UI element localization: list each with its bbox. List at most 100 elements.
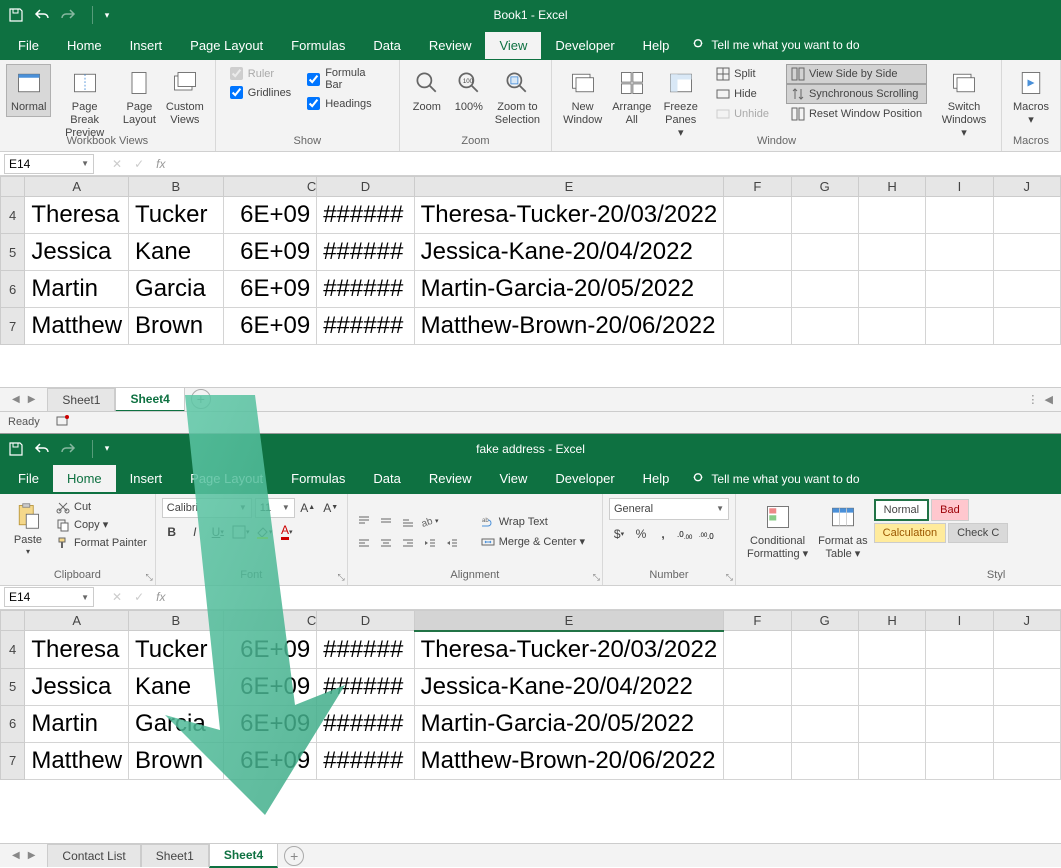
col-header-A[interactable]: A: [25, 610, 129, 631]
cell-D7[interactable]: ######: [317, 308, 414, 345]
cell-H5[interactable]: [858, 668, 925, 705]
cell-B5[interactable]: Kane: [129, 668, 224, 705]
cell-D4[interactable]: ######: [317, 197, 414, 234]
ruler-check[interactable]: Ruler: [230, 67, 291, 80]
cell-C7[interactable]: 6E+09: [223, 742, 317, 779]
expand-icon[interactable]: ⤡: [146, 572, 153, 583]
undo-icon[interactable]: [34, 7, 50, 23]
style-bad[interactable]: Bad: [931, 499, 969, 521]
cell-D6[interactable]: ######: [317, 705, 414, 742]
cell-J4[interactable]: [993, 197, 1060, 234]
zoom100-button[interactable]: 100100%: [448, 64, 490, 117]
fx-icon[interactable]: fx: [156, 157, 165, 171]
menu-home[interactable]: Home: [53, 32, 116, 59]
col-header-I[interactable]: I: [926, 610, 993, 631]
style-calc[interactable]: Calculation: [874, 523, 946, 543]
alignbot-button[interactable]: [398, 511, 418, 531]
cell-A4[interactable]: Theresa: [25, 197, 129, 234]
freezepanes-button[interactable]: Freeze Panes ▾: [656, 64, 705, 144]
col-header-B[interactable]: B: [129, 177, 224, 197]
menu-pagelayout[interactable]: Page Layout: [176, 32, 277, 59]
menu-insert[interactable]: Insert: [116, 32, 177, 59]
col-header-F[interactable]: F: [724, 177, 791, 197]
split-button[interactable]: Split: [711, 64, 774, 84]
formattable-button[interactable]: Format as Table ▾: [813, 498, 873, 564]
menu-view[interactable]: View: [485, 32, 541, 59]
menu-insert[interactable]: Insert: [116, 465, 177, 492]
cell-C5[interactable]: 6E+09: [223, 668, 317, 705]
cell-J6[interactable]: [993, 705, 1060, 742]
zoomselection-button[interactable]: Zoom to Selection: [490, 64, 545, 130]
col-header-H[interactable]: H: [858, 177, 925, 197]
cell-H5[interactable]: [858, 234, 925, 271]
cell-I6[interactable]: [926, 705, 993, 742]
cell-B7[interactable]: Brown: [129, 742, 224, 779]
tab-nav-2[interactable]: ◀▶: [0, 850, 47, 861]
col-header-D[interactable]: D: [317, 177, 414, 197]
cell-F4[interactable]: [724, 631, 791, 669]
cell-G5[interactable]: [791, 668, 858, 705]
cancel-icon[interactable]: ✕: [112, 590, 122, 604]
paste-button[interactable]: Paste▾: [6, 498, 50, 558]
aligntop-button[interactable]: [354, 511, 374, 531]
col-header-G[interactable]: G: [791, 610, 858, 631]
cell-B5[interactable]: Kane: [129, 234, 224, 271]
normal-view-button[interactable]: Normal: [6, 64, 51, 117]
tabs-menu-icon[interactable]: ⋮: [1027, 393, 1038, 406]
cell-C5[interactable]: 6E+09: [223, 234, 317, 271]
save-icon[interactable]: [8, 441, 24, 457]
aligncenter-button[interactable]: [376, 533, 396, 553]
cell-C4[interactable]: 6E+09: [223, 631, 317, 669]
redo-icon[interactable]: [60, 441, 76, 457]
increase-font-button[interactable]: A▲: [298, 498, 318, 518]
spreadsheet-grid[interactable]: ABCDEFGHIJ4TheresaTucker6E+09######There…: [0, 176, 1061, 345]
menu-help[interactable]: Help: [629, 465, 684, 492]
cell-F7[interactable]: [724, 742, 791, 779]
row-header-6[interactable]: 6: [1, 271, 25, 308]
row-header-4[interactable]: 4: [1, 197, 25, 234]
cell-F6[interactable]: [724, 271, 791, 308]
name-box-2[interactable]: E14▼: [4, 587, 94, 607]
pagelayout-button[interactable]: Page Layout: [118, 64, 161, 130]
customize-qat-icon[interactable]: ▾: [99, 441, 115, 457]
numberformat-select[interactable]: General▼: [609, 498, 729, 520]
col-header-G[interactable]: G: [791, 177, 858, 197]
cell-D5[interactable]: ######: [317, 234, 414, 271]
expand-icon[interactable]: ⤡: [726, 572, 733, 583]
cell-A7[interactable]: Matthew: [25, 308, 129, 345]
cell-J4[interactable]: [993, 631, 1060, 669]
cell-J5[interactable]: [993, 668, 1060, 705]
cell-G6[interactable]: [791, 271, 858, 308]
menu-data[interactable]: Data: [359, 32, 414, 59]
menu-data[interactable]: Data: [359, 465, 414, 492]
gridlines-check[interactable]: Gridlines: [230, 86, 291, 99]
row-header-5[interactable]: 5: [1, 234, 25, 271]
cell-I5[interactable]: [926, 234, 993, 271]
cell-F5[interactable]: [724, 668, 791, 705]
cell-D4[interactable]: ######: [317, 631, 414, 669]
col-header-A[interactable]: A: [25, 177, 129, 197]
fillcolor-button[interactable]: ▾: [254, 522, 274, 542]
col-header-I[interactable]: I: [926, 177, 993, 197]
tell-me[interactable]: Tell me what you want to do: [691, 38, 859, 52]
sidebyside-button[interactable]: View Side by Side: [786, 64, 927, 84]
cell-E5[interactable]: Jessica-Kane-20/04/2022: [414, 668, 724, 705]
cell-H6[interactable]: [858, 705, 925, 742]
enter-icon[interactable]: ✓: [134, 590, 144, 604]
underline-button[interactable]: U▾: [208, 522, 228, 542]
alignleft-button[interactable]: [354, 533, 374, 553]
formulabar-check[interactable]: Formula Bar: [307, 67, 385, 91]
cell-H6[interactable]: [858, 271, 925, 308]
enter-icon[interactable]: ✓: [134, 157, 144, 171]
cell-D6[interactable]: ######: [317, 271, 414, 308]
cell-G5[interactable]: [791, 234, 858, 271]
spreadsheet-grid-2[interactable]: ABCDEFGHIJ4TheresaTucker6E+09######There…: [0, 610, 1061, 780]
cell-C6[interactable]: 6E+09: [223, 271, 317, 308]
col-header-E[interactable]: E: [414, 177, 724, 197]
cell-G7[interactable]: [791, 308, 858, 345]
hide-button[interactable]: Hide: [711, 84, 774, 104]
percent-button[interactable]: %: [631, 524, 651, 544]
tell-me-2[interactable]: Tell me what you want to do: [691, 472, 859, 486]
cell-I4[interactable]: [926, 631, 993, 669]
cell-E6[interactable]: Martin-Garcia-20/05/2022: [414, 705, 724, 742]
